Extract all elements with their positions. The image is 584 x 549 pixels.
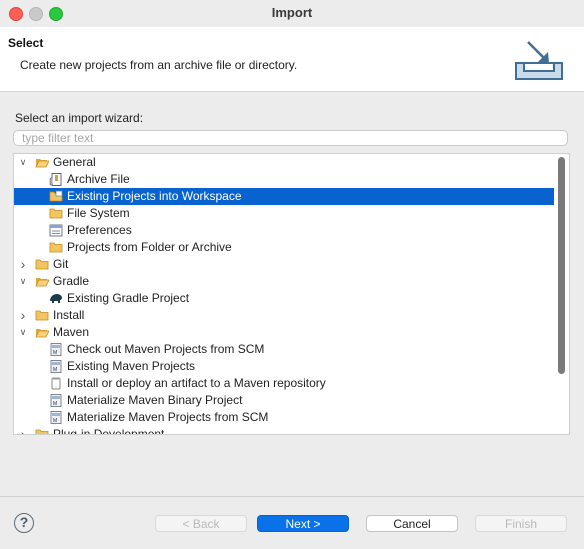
window-title: Import: [271, 5, 313, 20]
gradle-elephant-icon: [49, 292, 63, 305]
maven-icon: M: [49, 394, 63, 407]
tree-item-label: Materialize Maven Binary Project: [67, 393, 243, 407]
tree-item-label: Gradle: [53, 274, 90, 288]
folder-open-icon: [35, 156, 50, 169]
tree-item-label: Existing Projects into Workspace: [67, 189, 242, 203]
tree-item-label: Check out Maven Projects from SCM: [67, 342, 265, 356]
folder-icon: [35, 428, 49, 434]
help-button[interactable]: ?: [14, 513, 34, 533]
cancel-button[interactable]: Cancel: [366, 515, 458, 532]
wizard-header: Select Create new projects from an archi…: [0, 27, 584, 92]
chevron-right-icon[interactable]: ›: [17, 426, 29, 434]
svg-text:M: M: [53, 418, 57, 424]
tree-item-label: Archive File: [67, 172, 130, 186]
folder-open-icon: [35, 275, 50, 288]
back-button[interactable]: < Back: [155, 515, 247, 532]
tree-item[interactable]: › Install: [14, 307, 554, 324]
svg-text:M: M: [53, 350, 57, 356]
chevron-right-icon[interactable]: ›: [17, 256, 29, 273]
tree-item[interactable]: M Check out Maven Projects from SCM: [14, 341, 554, 358]
tree-item[interactable]: ∨ Gradle: [14, 273, 554, 290]
tree-item[interactable]: Preferences: [14, 222, 554, 239]
tree-item-label: Projects from Folder or Archive: [67, 240, 232, 254]
filter-input[interactable]: [13, 130, 568, 146]
tree-item-label: Existing Maven Projects: [67, 359, 196, 373]
svg-text:M: M: [53, 401, 57, 407]
folder-icon: [35, 309, 49, 322]
maven-icon: M: [49, 411, 63, 424]
tree-item-label: Install: [53, 308, 85, 322]
archive-file-icon: [49, 173, 63, 186]
maven-icon: M: [49, 360, 63, 373]
tree-item-label: File System: [67, 206, 130, 220]
footer-divider: [0, 496, 584, 497]
wizard-label: Select an import wizard:: [15, 111, 144, 125]
tree-item[interactable]: M Materialize Maven Binary Project: [14, 392, 554, 409]
svg-text:M: M: [53, 367, 57, 373]
projects-folder-icon: [49, 190, 63, 203]
jar-icon: [49, 377, 63, 390]
tree-item[interactable]: M Existing Maven Projects: [14, 358, 554, 375]
tree-item-label: Preferences: [67, 223, 132, 237]
preferences-icon: [49, 224, 63, 237]
chevron-right-icon[interactable]: ›: [17, 307, 29, 324]
tree-item-label: Install or deploy an artifact to a Maven…: [67, 376, 326, 390]
tree-item-label: Plug-in Development: [53, 427, 165, 435]
tree-item[interactable]: Existing Gradle Project: [14, 290, 554, 307]
folder-open-icon: [35, 326, 50, 339]
tree-item-label: General: [53, 155, 96, 169]
tree-item[interactable]: Projects from Folder or Archive: [14, 239, 554, 256]
next-button[interactable]: Next >: [257, 515, 349, 532]
wizard-tree[interactable]: › Plug-in Development M Materialize Maven P…: [13, 153, 570, 435]
tree-item[interactable]: Archive File: [14, 171, 554, 188]
chevron-down-icon[interactable]: ∨: [17, 154, 29, 171]
finish-button[interactable]: Finish: [475, 515, 567, 532]
folder-icon: [49, 241, 63, 254]
tree-scrollbar[interactable]: [558, 157, 565, 374]
folder-icon: [49, 207, 63, 220]
tree-item-label: Materialize Maven Projects from SCM: [67, 410, 269, 424]
chevron-down-icon[interactable]: ∨: [17, 324, 29, 341]
maven-icon: M: [49, 343, 63, 356]
chevron-down-icon[interactable]: ∨: [17, 273, 29, 290]
tree-item[interactable]: ∨ General: [14, 154, 554, 171]
tree-item-label: Existing Gradle Project: [67, 291, 190, 305]
tree-item[interactable]: ∨ Maven: [14, 324, 554, 341]
title-bar: Import: [0, 0, 584, 27]
tree-item[interactable]: M Materialize Maven Projects from SCM: [14, 409, 554, 426]
tree-item[interactable]: › Git: [14, 256, 554, 273]
tree-item[interactable]: › Plug-in Development: [14, 426, 554, 435]
tree-item-label: Maven: [53, 325, 90, 339]
page-description: Create new projects from an archive file…: [20, 58, 298, 72]
tree-item-label: Git: [53, 257, 69, 271]
import-banner-icon: [515, 41, 563, 80]
tree-item[interactable]: File System: [14, 205, 554, 222]
tree-item[interactable]: Existing Projects into Workspace: [14, 188, 554, 205]
folder-icon: [35, 258, 49, 271]
tree-item[interactable]: Install or deploy an artifact to a Maven…: [14, 375, 554, 392]
page-title: Select: [8, 36, 44, 50]
